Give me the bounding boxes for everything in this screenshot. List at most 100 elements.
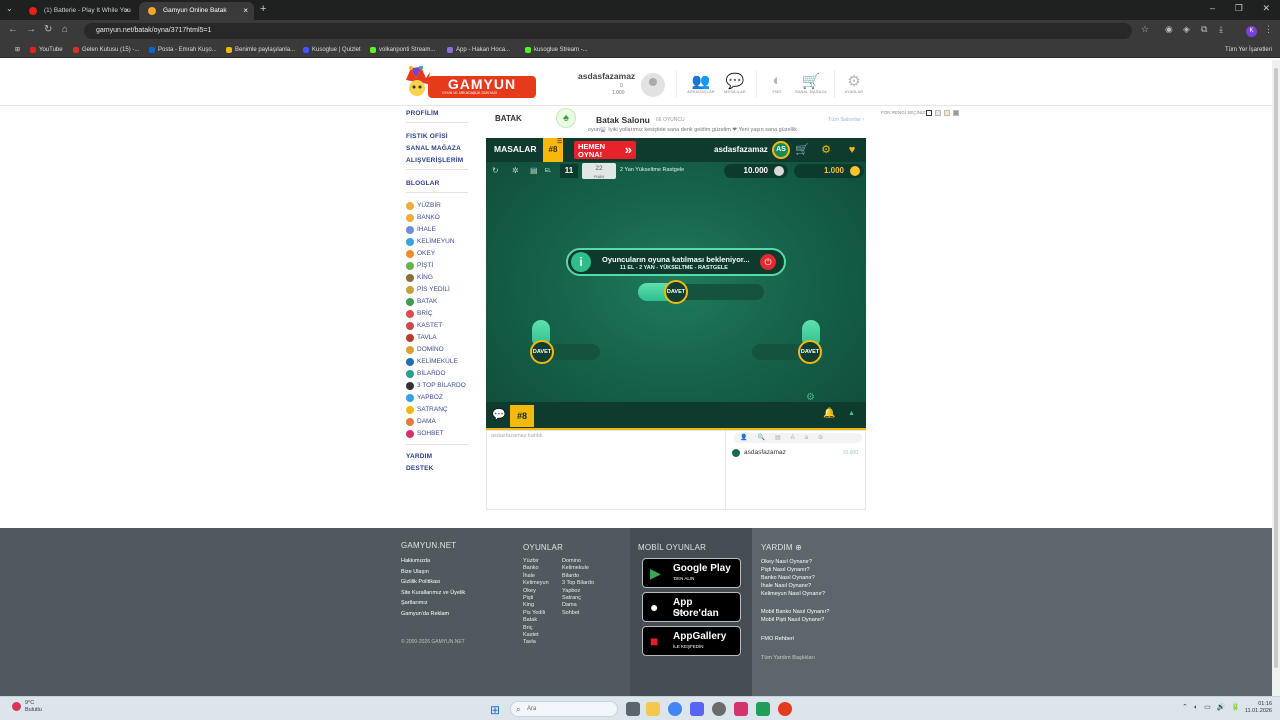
browser-menu-icon[interactable]: ⋮ [1264,24,1273,35]
invite-button[interactable]: DAVET [530,340,554,364]
help-link[interactable]: Banko Nasıl Oynanır? [761,575,815,581]
home-icon[interactable]: ⌂ [62,24,68,35]
sidebar-game-okey[interactable]: OKEY [406,250,435,258]
taskbar-clock[interactable]: 01:16 11.01.2026 [1236,701,1272,715]
page-scrollbar[interactable] [1272,60,1280,696]
masalar-button[interactable]: MASALAR [494,144,537,154]
profile-avatar[interactable]: K [1246,26,1257,37]
back-icon[interactable]: ← [8,24,18,35]
app-icon[interactable] [778,702,792,716]
refresh-icon[interactable]: ↻ [492,166,499,175]
bookmark-item[interactable]: Gelen Kutusu (15) -... [73,42,139,58]
gear-icon[interactable]: ⚙ [816,141,836,159]
sidebar-game-bi̇lardo[interactable]: BİLARDO [406,370,446,378]
tab-gamyun[interactable]: Gamyun Online Batak × [139,2,254,20]
bookmark-item[interactable]: Benimle paylaşılanla... [226,42,295,58]
close-tab-icon[interactable]: × [124,2,129,20]
minimize-icon[interactable]: – [1210,3,1215,14]
sidebar-bloglar[interactable]: BLOGLAR [406,180,440,187]
heart-icon[interactable]: ♥ [842,141,862,159]
bg-swatch-cream[interactable] [944,110,950,116]
help-link[interactable]: Mobil Banko Nasıl Oynanır? [761,609,829,615]
help-link[interactable]: Pişti Nasıl Oynanır? [761,567,810,573]
sidebar-fistik-ofisi[interactable]: FISTIK OFİSİ [406,133,448,140]
tab-youtube[interactable]: (1) Batterie - Play It While You × [20,2,135,20]
user-initials-avatar[interactable]: AS [772,141,790,159]
extension-icon[interactable]: ◈ [1183,24,1190,35]
task-view-icon[interactable] [626,702,640,716]
chat-icon[interactable]: 💬 [492,408,506,421]
sidebar-game-keli̇mekule[interactable]: KELİMEKULE [406,358,458,366]
file-explorer-icon[interactable] [646,702,660,716]
help-link-all[interactable]: Tüm Yardım Başlıkları [761,655,815,661]
new-tab-icon[interactable]: + [260,3,266,15]
bell-icon[interactable]: 🔔 [823,408,835,419]
footer-games-list-a[interactable]: Yüzbir Banko İhale Kelimeyun Okey Pişti … [523,558,549,647]
sidebar-game-bri̇ç[interactable]: BRİÇ [406,310,433,318]
invite-button[interactable]: DAVET [798,340,822,364]
exit-icon[interactable]: ⏻ [760,254,776,270]
sidebar-game-satranç[interactable]: SATRANÇ [406,406,448,414]
shop-button[interactable]: 🛒 SANAL MAĞAZA [791,72,831,94]
taskbar-search[interactable]: ⌕ Ara [510,701,618,717]
app-store-button[interactable]: ● App Store'dan İndirin [642,592,741,622]
all-salons-link[interactable]: Tüm Salonlar › [828,117,864,123]
settings-button[interactable]: ⚙ AYARLAR [834,72,874,94]
footer-link[interactable]: Bize Ulaşın [401,569,429,575]
discord-icon[interactable] [690,702,704,716]
menu-icon[interactable]: ☰ [557,138,562,146]
settings-wheel-icon[interactable]: ✲ [512,166,519,175]
footer-link[interactable]: Hakkımızda [401,558,430,564]
chrome-icon[interactable] [668,702,682,716]
sidebar-game-banko[interactable]: BANKO [406,214,440,222]
sidebar-sanal-magaza[interactable]: SANAL MAĞAZA [406,145,461,152]
sidebar-game-dama[interactable]: DAMA [406,418,436,426]
sidebar-game-i̇hale[interactable]: İHALE [406,226,436,234]
bookmark-item[interactable]: YouTube [30,42,63,58]
play-now-button[interactable]: HEMEN OYNA! » [574,141,636,159]
help-link[interactable]: Mobil Pişti Nasıl Oynanır? [761,617,824,623]
google-play-button[interactable]: ▶ Google Play 'DEN ALIN [642,558,741,588]
scorecard-icon[interactable]: ▤ [530,166,538,175]
reload-icon[interactable]: ↻ [44,24,52,35]
windows-start-icon[interactable]: ⊞ [490,703,500,717]
url-input[interactable]: gamyun.net/batak/oyna/3717html5=1 [84,23,1132,39]
app-gallery-button[interactable]: ■ AppGallery İLE KEŞFEDİN [642,626,741,656]
messages-button[interactable]: 💬 MESAJLAR [715,72,755,94]
help-link[interactable]: FMO Rehberi [761,636,794,642]
apps-icon[interactable]: ⊞ [6,42,20,58]
forward-icon[interactable]: → [26,24,36,35]
sidebar-alisverislerim[interactable]: ALIŞVERİŞLERİM [406,157,463,164]
sidebar-game-pi̇şti̇[interactable]: PİŞTİ [406,262,433,270]
sidebar-game-domi̇no[interactable]: DOMİNO [406,346,444,354]
sidebar-game-tavla[interactable]: TAVLA [406,334,437,342]
all-bookmarks[interactable]: Tüm Yer İşaretleri [1225,42,1272,58]
bookmark-item[interactable]: Kusoglue | Quizlet [303,42,361,58]
sidebar-destek[interactable]: DESTEK [406,465,434,472]
settings-app-icon[interactable] [712,702,726,716]
sidebar-profile[interactable]: PROFİLİM [406,110,439,117]
bg-swatch-dark[interactable] [953,110,959,116]
bg-swatch-gray[interactable] [935,110,941,116]
scrollbar-thumb[interactable] [1274,68,1278,668]
sidebar-game-pi̇s-yedi̇li̇[interactable]: PİS YEDİLİ [406,286,450,294]
weather-widget[interactable]: 9°C Bulutlu [12,700,42,714]
sidebar-game-sohbet[interactable]: SOHBET [406,430,444,438]
bookmark-item[interactable]: App - Hakan Hoca... [447,42,510,58]
extensions-puzzle-icon[interactable]: ⧉ [1201,24,1207,35]
sidebar-game-yüzbi̇r[interactable]: YÜZBİR [406,202,441,210]
sidebar-game-kastet[interactable]: KASTET [406,322,442,330]
player-list-toolbar[interactable]: 👤🔍▤Aa⊖ [734,433,862,443]
footer-link[interactable]: Site Kurallarımız ve Üyelik [401,590,465,596]
header-username[interactable]: asdasfazamaz [578,71,635,81]
sidebar-game-ki̇ng[interactable]: KİNG [406,274,433,282]
help-link[interactable]: İhale Nasıl Oynanır? [761,583,811,589]
help-link[interactable]: Kelimeyun Nasıl Oynanır? [761,591,825,597]
maximize-icon[interactable]: ❐ [1235,3,1243,14]
footer-games-list-b[interactable]: Domino Kelimekule Bilardo 3 Top Bilardo … [562,558,594,617]
bg-swatch-white[interactable] [926,110,932,116]
footer-link[interactable]: Gamyun'da Reklam [401,611,449,617]
close-tab-icon[interactable]: × [243,2,248,20]
bookmark-item[interactable]: Posta - Emrah Kuşo... [149,42,217,58]
footer-link[interactable]: Şartlarımız [401,600,428,606]
